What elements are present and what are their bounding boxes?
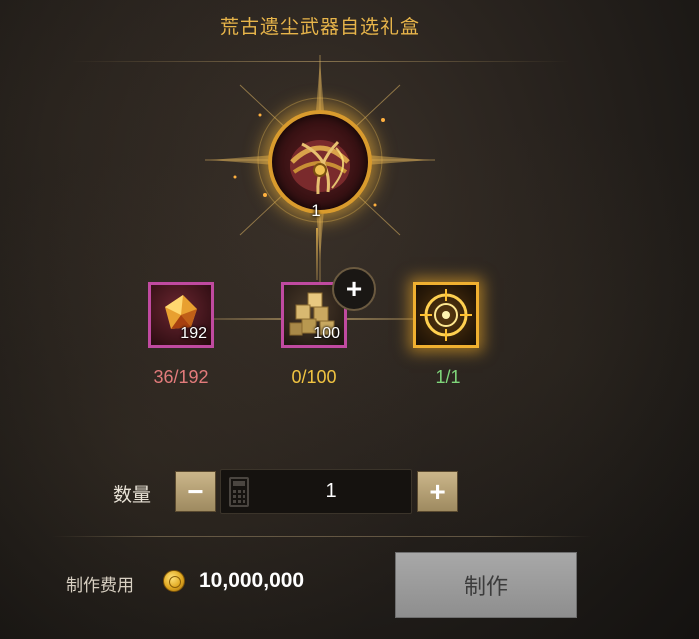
- quantity-label: 数量: [113, 485, 152, 506]
- main-connector-line: [316, 228, 318, 280]
- golden-emblem-icon: [420, 289, 472, 341]
- page-title: 荒古遗尘武器自选礼盒: [219, 17, 420, 38]
- material-progress-golden-emblem: 1/1: [435, 367, 461, 387]
- gold-coin-icon: [163, 570, 185, 592]
- cost-divider: [52, 536, 592, 537]
- material-slot-golden-emblem[interactable]: [413, 282, 479, 348]
- calculator-icon[interactable]: [229, 477, 249, 507]
- add-material-button[interactable]: +: [332, 267, 376, 311]
- quantity-field[interactable]: 1: [220, 469, 412, 514]
- treasure-box-icon: [290, 140, 350, 195]
- main-reward-count: 1: [311, 201, 321, 220]
- material-badge: 100: [313, 325, 340, 342]
- quantity-value: 1: [325, 480, 337, 502]
- quantity-increase-button[interactable]: +: [417, 471, 458, 512]
- cost-value: 10,000,000: [199, 569, 305, 592]
- cost-label: 制作费用: [66, 576, 134, 595]
- craft-button[interactable]: 制作: [395, 552, 577, 618]
- main-reward-slot[interactable]: [268, 110, 372, 214]
- material-slot-red-ore[interactable]: 192: [148, 282, 214, 348]
- material-badge: 192: [180, 325, 207, 342]
- material-progress-red-ore: 36/192: [153, 367, 209, 387]
- material-progress-gold-blocks: 0/100: [291, 367, 337, 387]
- quantity-decrease-button[interactable]: −: [175, 471, 216, 512]
